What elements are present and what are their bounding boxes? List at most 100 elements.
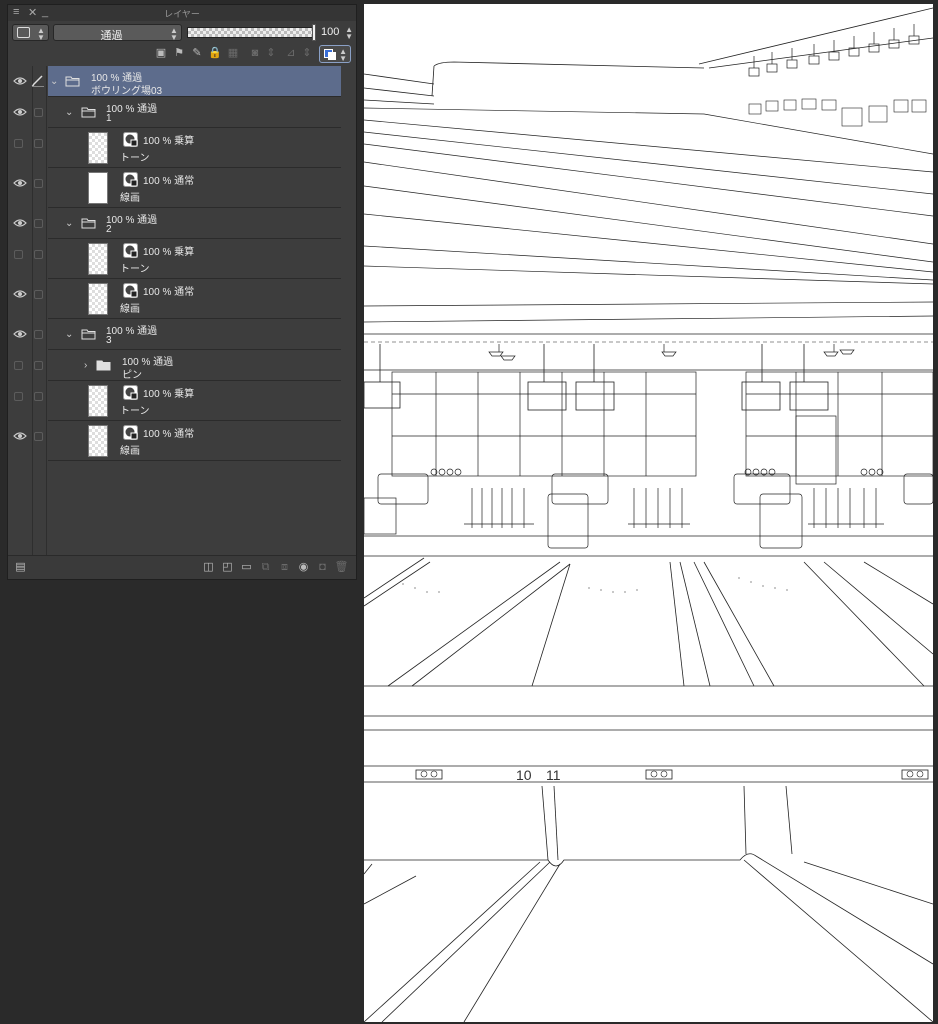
apply-mask-icon[interactable]: ◘ bbox=[315, 560, 330, 575]
eye-icon[interactable] bbox=[13, 76, 27, 86]
layer-name: 線画 bbox=[120, 304, 140, 315]
eye-icon[interactable] bbox=[13, 107, 27, 117]
layer-name: 線画 bbox=[120, 446, 140, 457]
layer-name: 3 bbox=[106, 335, 112, 346]
opacity-slider-handle[interactable] bbox=[312, 24, 316, 41]
visibility-off-box[interactable] bbox=[14, 361, 23, 370]
new-vector-layer-icon[interactable]: ◰ bbox=[220, 560, 235, 575]
folder-icon bbox=[81, 327, 96, 340]
blend-mode-value: 通過 bbox=[100, 30, 123, 42]
layer-row-folder-root[interactable]: ⌄ 100 % 通過 ボウリング場03 bbox=[8, 66, 341, 97]
ruler-icon[interactable]: ⊿ bbox=[284, 46, 298, 60]
eye-icon[interactable] bbox=[13, 329, 27, 339]
chevron-down-icon[interactable]: ⌄ bbox=[65, 107, 75, 118]
updown-arrow-icon: ▲ ▼ bbox=[37, 26, 45, 42]
lock-icon[interactable] bbox=[34, 432, 43, 441]
opacity-stepper[interactable]: 100 ▲ ▼ bbox=[319, 24, 355, 41]
raster-layer-icon bbox=[123, 132, 138, 147]
lock-icon[interactable] bbox=[34, 108, 43, 117]
blend-mode-select[interactable]: 通過 ▲ ▼ bbox=[53, 24, 182, 42]
layer-row-content: ⌄ 100 % 通過 ボウリング場03 bbox=[48, 66, 341, 97]
layer-name: 2 bbox=[106, 224, 112, 235]
lane-number-11: 11 bbox=[546, 767, 561, 783]
lock-layer-icon[interactable]: 🔒 bbox=[208, 46, 222, 60]
layer-opacity-mode: 100 % 通常 bbox=[143, 287, 195, 298]
layer-row-content: ⌄ 100 % 通過 3 bbox=[48, 319, 341, 350]
layer-row-content: ⌄ 100 % 通過 1 bbox=[48, 97, 341, 128]
layer-name: ピン bbox=[122, 370, 142, 381]
layer-thumbnail bbox=[88, 283, 108, 315]
lane-number-10: 10 bbox=[516, 767, 532, 783]
updown-arrow-icon: ▲ ▼ bbox=[170, 26, 178, 42]
lock-transparency-icon[interactable]: ▦ bbox=[226, 46, 240, 60]
drawing-canvas[interactable]: 10 11 bbox=[364, 4, 933, 1022]
layer-row-lineart-2[interactable]: 100 % 通常 線画 bbox=[8, 279, 341, 319]
layer-row-content: 100 % 乗算 トーン bbox=[48, 239, 341, 279]
layer-bottom-toolbar: ▤ ◫ ◰ ▭ ⧉ ⧈ ◉ ◘ 🗑 bbox=[8, 555, 356, 579]
visibility-off-box[interactable] bbox=[14, 392, 23, 401]
enable-mask-icon[interactable]: ◙ bbox=[248, 46, 262, 60]
new-raster-layer-icon[interactable]: ◫ bbox=[201, 560, 216, 575]
layer-list[interactable]: ⌄ 100 % 通過 ボウリング場03 ⌄ 100 % 通過 1 100 % 乗… bbox=[8, 66, 357, 556]
chevron-down-icon[interactable]: ⌄ bbox=[65, 329, 75, 340]
layer-row-tone-2[interactable]: 100 % 乗算 トーン bbox=[8, 239, 341, 279]
layer-name: 1 bbox=[106, 113, 112, 124]
eye-icon[interactable] bbox=[13, 178, 27, 188]
layer-color-button[interactable]: ▲ ▼ bbox=[319, 45, 351, 63]
layer-name: トーン bbox=[120, 406, 150, 417]
visibility-off-box[interactable] bbox=[14, 250, 23, 259]
layer-thumbnail bbox=[88, 172, 108, 204]
mask-dropdown-icon[interactable]: ⇕ bbox=[264, 46, 278, 60]
create-mask-icon[interactable]: ◉ bbox=[296, 560, 311, 575]
transfer-below-icon[interactable]: ⧉ bbox=[258, 560, 273, 575]
chevron-down-icon[interactable]: ⌄ bbox=[65, 218, 75, 229]
lock-icon[interactable] bbox=[34, 361, 43, 370]
delete-layer-icon[interactable]: 🗑 bbox=[334, 560, 349, 575]
merge-below-icon[interactable]: ⧈ bbox=[277, 560, 292, 575]
layer-row-content: 100 % 乗算 トーン bbox=[48, 381, 341, 421]
layer-property-icon[interactable]: ▤ bbox=[13, 560, 28, 575]
folder-icon bbox=[81, 105, 96, 118]
layer-row-tone-3[interactable]: 100 % 乗算 トーン bbox=[8, 381, 341, 421]
eye-icon[interactable] bbox=[13, 218, 27, 228]
layer-opacity-mode: 100 % 通過 bbox=[106, 104, 158, 115]
chevron-down-icon[interactable]: ⌄ bbox=[50, 76, 60, 87]
layer-row-content: 100 % 通常 線画 bbox=[48, 421, 341, 461]
sub-color-swatch bbox=[328, 52, 336, 60]
ruler-dropdown-icon[interactable]: ⇕ bbox=[300, 46, 314, 60]
new-folder-icon[interactable]: ▭ bbox=[239, 560, 254, 575]
lock-icon[interactable] bbox=[34, 290, 43, 299]
lock-icon[interactable] bbox=[34, 250, 43, 259]
layer-opacity-mode: 100 % 乗算 bbox=[143, 389, 195, 400]
chevron-right-icon[interactable]: › bbox=[84, 360, 94, 371]
opacity-slider[interactable] bbox=[187, 27, 314, 38]
eye-icon[interactable] bbox=[13, 289, 27, 299]
layer-row-folder-pin[interactable]: › 100 % 通過 ピン bbox=[8, 350, 341, 381]
layer-row-lineart-1[interactable]: 100 % 通常 線画 bbox=[8, 168, 341, 208]
layer-thumbnail bbox=[88, 132, 108, 164]
visibility-off-box[interactable] bbox=[14, 139, 23, 148]
expression-color-select[interactable]: ▲ ▼ bbox=[12, 24, 49, 42]
layer-row-content: › 100 % 通過 ピン bbox=[48, 350, 341, 381]
layer-row-folder-2[interactable]: ⌄ 100 % 通過 2 bbox=[8, 208, 341, 239]
panel-titlebar[interactable]: ≡ ✕ _ レイヤー bbox=[8, 5, 356, 21]
lock-icon[interactable] bbox=[34, 179, 43, 188]
lock-icon[interactable] bbox=[34, 219, 43, 228]
layer-row-folder-3[interactable]: ⌄ 100 % 通過 3 bbox=[8, 319, 341, 350]
raster-layer-icon bbox=[123, 243, 138, 258]
bowling-alley-lineart: 10 11 bbox=[364, 7, 933, 1022]
clip-below-icon[interactable]: ▣ bbox=[154, 46, 168, 60]
lock-icon[interactable] bbox=[34, 139, 43, 148]
layer-opacity-mode: 100 % 乗算 bbox=[143, 247, 195, 258]
layer-name: ボウリング場03 bbox=[91, 86, 163, 97]
raster-layer-icon bbox=[123, 172, 138, 187]
folder-icon bbox=[65, 74, 80, 87]
draft-layer-icon[interactable]: ✎ bbox=[190, 46, 204, 60]
lock-icon[interactable] bbox=[34, 330, 43, 339]
lock-icon[interactable] bbox=[34, 392, 43, 401]
layer-row-lineart-3[interactable]: 100 % 通常 線画 bbox=[8, 421, 341, 461]
reference-layer-icon[interactable]: ⚑ bbox=[172, 46, 186, 60]
layer-row-folder-1[interactable]: ⌄ 100 % 通過 1 bbox=[8, 97, 341, 128]
eye-icon[interactable] bbox=[13, 431, 27, 441]
layer-row-tone-1[interactable]: 100 % 乗算 トーン bbox=[8, 128, 341, 168]
